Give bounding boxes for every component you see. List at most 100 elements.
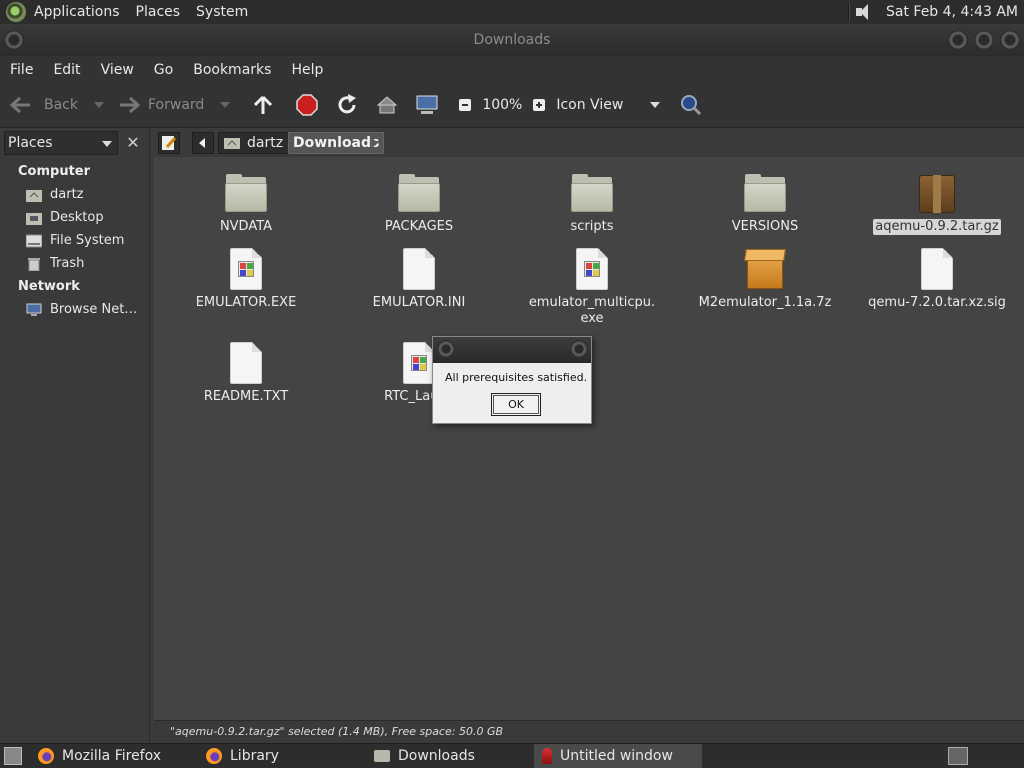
menu-file[interactable]: File: [0, 62, 43, 78]
zoom-out-button[interactable]: [452, 92, 478, 118]
view-mode-select[interactable]: Icon View: [556, 97, 644, 113]
window-titlebar[interactable]: Downloads: [0, 24, 1024, 56]
minimize-button[interactable]: [948, 30, 968, 50]
file-item-aqemu-archive[interactable]: aqemu-0.9.2.tar.gz: [857, 171, 1017, 235]
sidebar-item-dartz[interactable]: dartz: [26, 187, 83, 202]
breadcrumb-downloads[interactable]: Downloads: [288, 132, 385, 154]
file-label: scripts: [570, 219, 614, 234]
file-label: aqemu-0.9.2.tar.gz: [873, 219, 1001, 235]
location-edit-toggle[interactable]: [158, 132, 180, 154]
folder-icon: [397, 171, 441, 215]
computer-icon: [416, 95, 438, 114]
file-item-scripts[interactable]: scripts: [512, 171, 672, 235]
dialog-menu-button[interactable]: [437, 340, 455, 358]
back-label: Back: [44, 97, 78, 113]
sidebar: Places ✕ Computer dartz Desktop File Sys…: [0, 129, 150, 742]
ok-button[interactable]: OK: [491, 393, 541, 416]
file-label: EMULATOR.EXE: [195, 295, 297, 310]
file-item-emulator-multicpu[interactable]: emulator_multicpu. exe: [512, 247, 672, 327]
file-item-m2emulator[interactable]: M2emulator_1.1a.7z: [685, 247, 845, 311]
task-untitled-window[interactable]: Untitled window: [534, 743, 702, 768]
workspace-switcher[interactable]: [948, 747, 968, 765]
firefox-icon: [206, 748, 222, 764]
sidebar-item-desktop[interactable]: Desktop: [26, 210, 104, 225]
message-dialog: All prerequisites satisfied. OK: [432, 336, 592, 424]
task-downloads[interactable]: Downloads: [366, 744, 534, 768]
breadcrumb-scroll-left[interactable]: [192, 132, 214, 154]
menu-edit[interactable]: Edit: [43, 62, 90, 78]
zoom-in-icon: [533, 99, 546, 111]
sidebar-close-button[interactable]: ✕: [122, 131, 144, 155]
task-label: Downloads: [398, 748, 475, 764]
file-item-emulator-exe[interactable]: EMULATOR.EXE: [166, 247, 326, 311]
file-item-nvdata[interactable]: NVDATA: [166, 171, 326, 235]
sidebar-item-trash[interactable]: Trash: [26, 256, 84, 271]
volume-icon[interactable]: [854, 3, 876, 21]
file-item-versions[interactable]: VERSIONS: [685, 171, 845, 235]
search-button[interactable]: [678, 92, 704, 118]
show-desktop-button[interactable]: [4, 747, 22, 765]
menu-view[interactable]: View: [91, 62, 144, 78]
task-label: Untitled window: [560, 748, 673, 764]
back-button[interactable]: Back: [8, 83, 78, 128]
stop-button[interactable]: [294, 92, 320, 118]
task-label: Library: [230, 748, 279, 764]
menubar: File Edit View Go Bookmarks Help: [0, 56, 1024, 83]
view-mode-dropdown-icon[interactable]: [650, 102, 661, 108]
clock[interactable]: Sat Feb 4, 4:43 AM: [880, 4, 1024, 20]
file-label: qemu-7.2.0.tar.xz.sig: [868, 295, 1006, 310]
gnome-logo-icon[interactable]: [6, 2, 26, 22]
menu-help[interactable]: Help: [281, 62, 333, 78]
file-item-readme[interactable]: README.TXT: [166, 341, 326, 405]
system-menu[interactable]: System: [188, 0, 256, 24]
file-item-qemu-sig[interactable]: qemu-7.2.0.tar.xz.sig: [857, 247, 1017, 311]
close-button[interactable]: [1000, 30, 1020, 50]
breadcrumb-scroll-right[interactable]: [372, 138, 378, 148]
sidebar-item-label: Desktop: [50, 210, 104, 225]
dialog-titlebar[interactable]: [433, 337, 591, 363]
sidebar-selector-label: Places: [8, 135, 53, 151]
sidebar-item-file-system[interactable]: File System: [26, 233, 124, 248]
home-folder-icon: [224, 138, 240, 149]
back-history-dropdown[interactable]: [94, 102, 104, 108]
sidebar-item-browse-network[interactable]: Browse Net…: [26, 302, 137, 317]
package-icon: [743, 247, 787, 291]
sidebar-item-label: Trash: [50, 256, 85, 271]
file-label: NVDATA: [219, 219, 273, 234]
breadcrumb-label: Downloads: [293, 135, 380, 151]
sidebar-header-network: Network: [18, 279, 80, 294]
maximize-button[interactable]: [974, 30, 994, 50]
zoom-level[interactable]: 100%: [482, 97, 522, 113]
home-button[interactable]: [374, 92, 400, 118]
file-item-emulator-ini[interactable]: EMULATOR.INI: [339, 247, 499, 311]
executable-icon: [224, 247, 268, 291]
forward-button[interactable]: Forward: [116, 83, 204, 128]
toolbar: Back Forward 100% Icon View: [0, 83, 1024, 128]
reload-button[interactable]: [334, 92, 360, 118]
menu-bookmarks[interactable]: Bookmarks: [183, 62, 281, 78]
computer-button[interactable]: [414, 92, 440, 118]
top-panel: Applications Places System Sat Feb 4, 4:…: [0, 0, 1024, 24]
zoom-in-button[interactable]: [526, 92, 552, 118]
file-item-packages[interactable]: PACKAGES: [339, 171, 499, 235]
up-button[interactable]: [250, 92, 276, 118]
file-label: M2emulator_1.1a.7z: [698, 295, 832, 310]
panel-separator: [848, 3, 850, 21]
zoom-out-icon: [459, 99, 472, 111]
file-view[interactable]: NVDATA PACKAGES scripts VERSIONS aqemu-0…: [154, 157, 1024, 720]
document-icon: [224, 341, 268, 385]
applications-menu[interactable]: Applications: [26, 0, 128, 24]
back-arrow-icon: [9, 96, 30, 114]
forward-history-dropdown[interactable]: [220, 102, 231, 108]
stop-icon: [296, 94, 319, 116]
breadcrumb-dartz[interactable]: dartz: [218, 132, 293, 154]
places-menu[interactable]: Places: [128, 0, 189, 24]
menu-go[interactable]: Go: [144, 62, 183, 78]
home-folder-icon: [26, 189, 42, 202]
task-mozilla-firefox[interactable]: Mozilla Firefox: [30, 744, 198, 768]
folder-icon: [374, 750, 390, 762]
task-library[interactable]: Library: [198, 744, 366, 768]
panel-right: Sat Feb 4, 4:43 AM: [844, 0, 1024, 24]
dialog-close-button[interactable]: [570, 340, 588, 358]
sidebar-selector[interactable]: Places: [4, 131, 118, 155]
